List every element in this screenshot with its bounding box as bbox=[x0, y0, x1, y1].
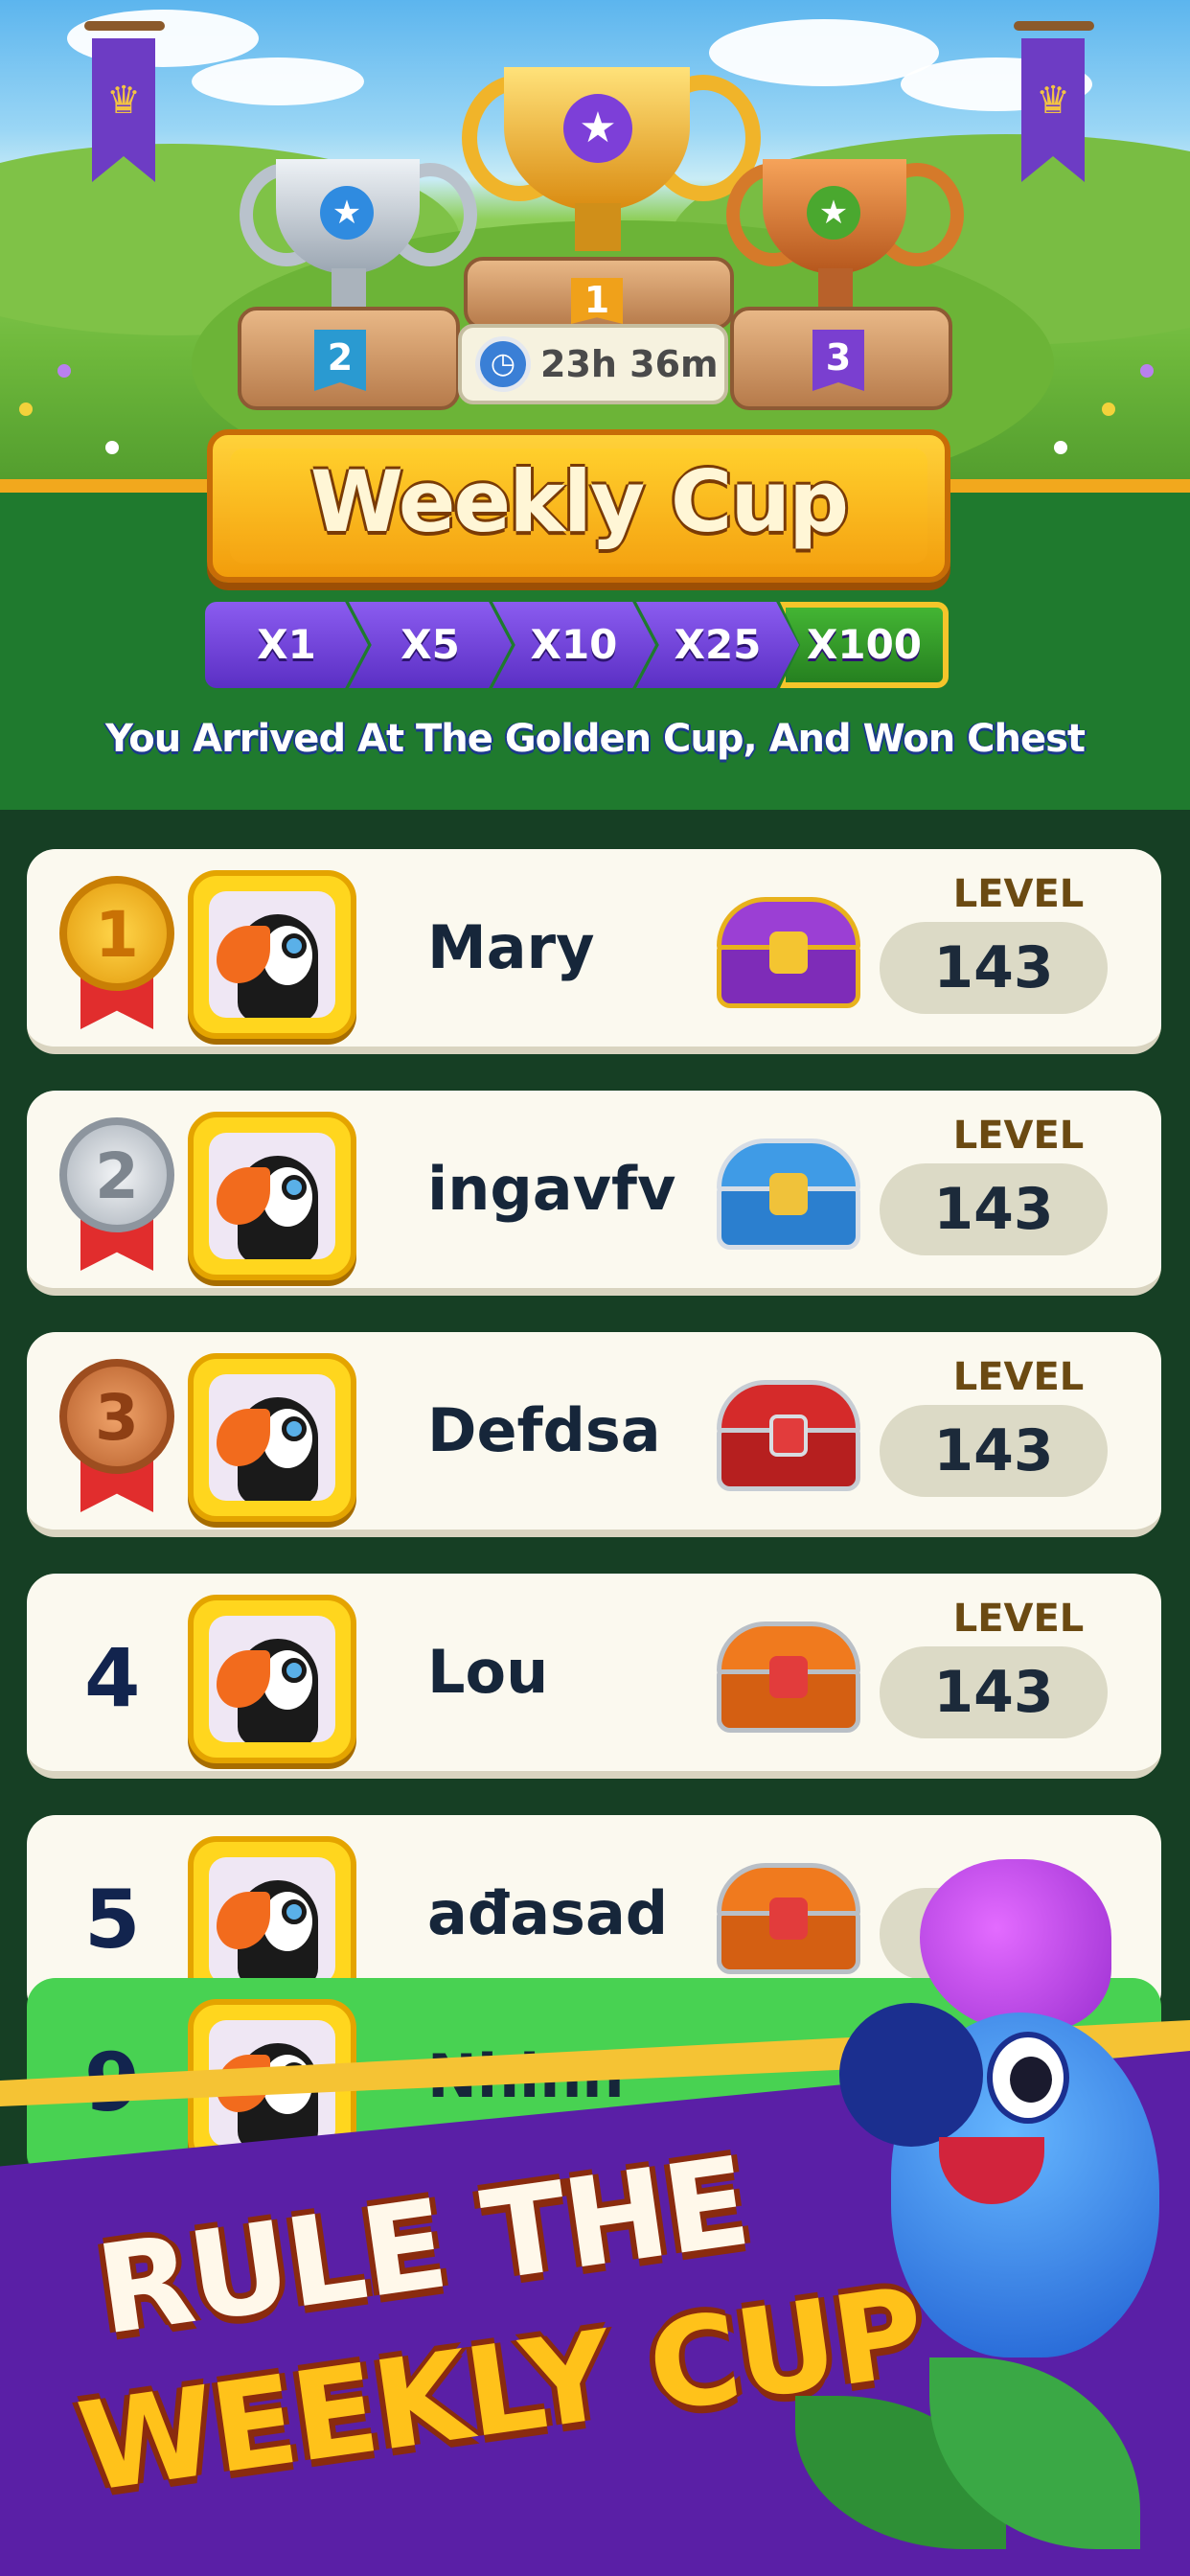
flower bbox=[1102, 402, 1115, 416]
multiplier-x100-button[interactable]: X100 bbox=[780, 602, 949, 688]
toucan-icon bbox=[209, 891, 335, 1018]
title-plate: Weekly Cup bbox=[207, 429, 950, 583]
leaderboard-row[interactable]: 2 ingavfv LEVEL 143 bbox=[27, 1091, 1161, 1296]
rank-number: 4 bbox=[84, 1631, 141, 1725]
leaderboard-row[interactable]: 3 Defdsa LEVEL 143 bbox=[27, 1332, 1161, 1537]
flower bbox=[19, 402, 33, 416]
leaderboard-row[interactable]: 1 Mary LEVEL 143 bbox=[27, 849, 1161, 1054]
crown-icon: ♛ bbox=[106, 79, 141, 123]
page-title: Weekly Cup bbox=[309, 452, 849, 551]
flower bbox=[105, 441, 119, 454]
rank-number: 5 bbox=[84, 1873, 141, 1966]
chest-orange-icon[interactable] bbox=[717, 1622, 860, 1733]
toucan-icon bbox=[209, 1616, 335, 1742]
multiplier-x10-button[interactable]: X10 bbox=[492, 602, 655, 688]
level-label: LEVEL bbox=[952, 872, 1085, 916]
toucan-icon bbox=[209, 1133, 335, 1259]
player-name: Mary bbox=[427, 912, 595, 982]
avatar[interactable] bbox=[188, 1353, 356, 1522]
chest-red-icon[interactable] bbox=[717, 1380, 860, 1491]
multiplier-x1-button[interactable]: X1 bbox=[205, 602, 368, 688]
hero-scene: ♛ ♛ ★ 2 ★ 1 ★ 3 ◷ 23h 36m bbox=[0, 0, 1190, 498]
chest-blue-icon[interactable] bbox=[717, 1138, 860, 1250]
flower bbox=[1140, 364, 1154, 378]
toucan-icon bbox=[209, 1374, 335, 1501]
multiplier-x5-button[interactable]: X5 bbox=[349, 602, 512, 688]
rank-flag-2: 2 bbox=[314, 330, 366, 391]
crown-icon: ♛ bbox=[1036, 79, 1070, 123]
parrot-mascot-icon bbox=[795, 1821, 1190, 2576]
gold-medal-icon: 1 bbox=[59, 876, 174, 1035]
level-label: LEVEL bbox=[952, 1355, 1085, 1399]
multiplier-selector: X1 X5 X10 X25 X100 bbox=[205, 602, 949, 692]
player-name: Lou bbox=[427, 1637, 549, 1707]
bronze-medal-icon: 3 bbox=[59, 1359, 174, 1518]
cloud bbox=[192, 58, 364, 105]
banner-right: ♛ bbox=[1014, 21, 1094, 182]
player-name: ađasad bbox=[427, 1878, 669, 1948]
banner-left: ♛ bbox=[84, 21, 165, 182]
clock-icon: ◷ bbox=[475, 336, 531, 392]
rank-flag-3: 3 bbox=[812, 330, 864, 391]
timer-text: 23h 36m bbox=[540, 343, 719, 385]
countdown-timer: ◷ 23h 36m bbox=[458, 324, 728, 404]
player-name: ingavfv bbox=[427, 1154, 676, 1224]
avatar[interactable] bbox=[188, 1595, 356, 1763]
chest-purple-icon[interactable] bbox=[717, 897, 860, 1008]
level-label: LEVEL bbox=[952, 1597, 1085, 1641]
flower bbox=[57, 364, 71, 378]
trophy-silver-icon: ★ bbox=[240, 153, 477, 326]
player-name: Defdsa bbox=[427, 1395, 661, 1465]
level-value: 143 bbox=[880, 1163, 1108, 1255]
trophy-bronze-icon: ★ bbox=[726, 153, 964, 326]
avatar[interactable] bbox=[188, 1112, 356, 1280]
trophy-gold-icon: ★ bbox=[462, 59, 761, 270]
avatar[interactable] bbox=[188, 870, 356, 1039]
reward-message: You Arrived At The Golden Cup, And Won C… bbox=[104, 717, 1086, 761]
silver-medal-icon: 2 bbox=[59, 1117, 174, 1276]
rank-flag-1: 1 bbox=[571, 278, 623, 324]
level-value: 143 bbox=[880, 1646, 1108, 1738]
level-label: LEVEL bbox=[952, 1114, 1085, 1158]
level-value: 143 bbox=[880, 1405, 1108, 1497]
toucan-icon bbox=[209, 1857, 335, 1984]
multiplier-x25-button[interactable]: X25 bbox=[636, 602, 799, 688]
level-value: 143 bbox=[880, 922, 1108, 1014]
leaderboard-row[interactable]: 4 Lou LEVEL 143 bbox=[27, 1574, 1161, 1779]
flower bbox=[1054, 441, 1067, 454]
